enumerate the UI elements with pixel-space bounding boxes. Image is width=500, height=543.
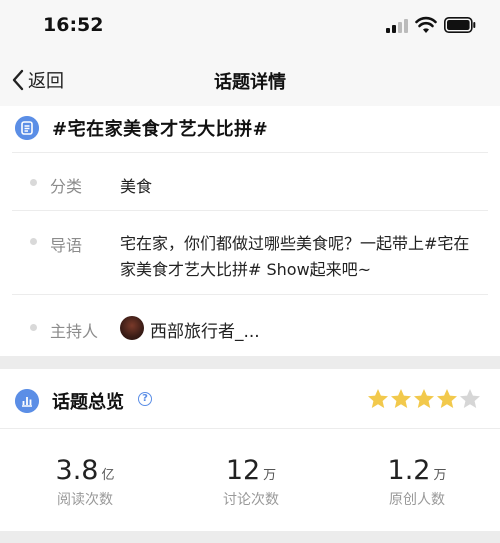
divider (0, 428, 500, 429)
divider (12, 210, 488, 211)
rating-stars (366, 387, 481, 411)
category-label: 分类 (50, 177, 83, 196)
topic-header: #宅在家美食才艺大比拼# (0, 106, 500, 152)
star-filled-icon (437, 389, 457, 408)
status-time: 16:52 (43, 14, 104, 36)
read-count-label: 阅读次数 (57, 492, 113, 508)
row-dot (30, 179, 37, 186)
stat-discuss: 12 万 (191, 455, 311, 486)
read-count-unit: 亿 (101, 468, 115, 483)
read-count: 3.8 (55, 455, 99, 486)
battery-icon (444, 17, 476, 33)
topic-card: #宅在家美食才艺大比拼# 分类 美食 导语 宅在家，你们都做过哪些美食呢？一起带… (0, 106, 500, 356)
host-label: 主持人 (50, 322, 99, 341)
star-empty-icon (460, 389, 480, 408)
original-count-unit: 万 (433, 468, 447, 483)
stat-read: 3.8 亿 (25, 455, 145, 486)
star-filled-icon (391, 389, 411, 408)
status-bar: 16:52 (0, 0, 500, 54)
star-filled-icon (414, 389, 434, 408)
row-dot (30, 238, 37, 245)
divider (12, 294, 488, 295)
chart-icon (15, 389, 39, 413)
discuss-count-unit: 万 (263, 468, 277, 483)
discuss-count-label: 讨论次数 (223, 492, 279, 508)
topic-list-icon (15, 116, 39, 140)
nav-bar: 返回 话题详情 (0, 54, 500, 106)
guide-label: 导语 (50, 236, 83, 255)
guide-value: 宅在家，你们都做过哪些美食呢？一起带上#宅在家美食才艺大比拼# Show起来吧~ (120, 234, 470, 279)
category-value: 美食 (120, 177, 153, 196)
overview-card: 话题总览 ? 3.8 亿 阅读次数 12 万 讨论次数 1.2 万 原创人数 (0, 369, 500, 531)
stat-original: 1.2 万 (357, 455, 477, 486)
original-count-label: 原创人数 (389, 492, 445, 508)
cellular-signal-icon (386, 19, 408, 33)
star-filled-icon (368, 389, 388, 408)
row-dot (30, 324, 37, 331)
help-icon[interactable]: ? (138, 392, 152, 406)
host-name[interactable]: 西部旅行者_... (150, 317, 260, 342)
page-title: 话题详情 (214, 72, 286, 93)
wifi-icon (415, 16, 437, 33)
overview-title: 话题总览 (52, 392, 124, 413)
topic-title: #宅在家美食才艺大比拼# (52, 119, 269, 140)
discuss-count: 12 (225, 455, 261, 486)
original-count: 1.2 (387, 455, 431, 486)
divider (12, 152, 488, 153)
host-avatar[interactable] (120, 316, 144, 340)
